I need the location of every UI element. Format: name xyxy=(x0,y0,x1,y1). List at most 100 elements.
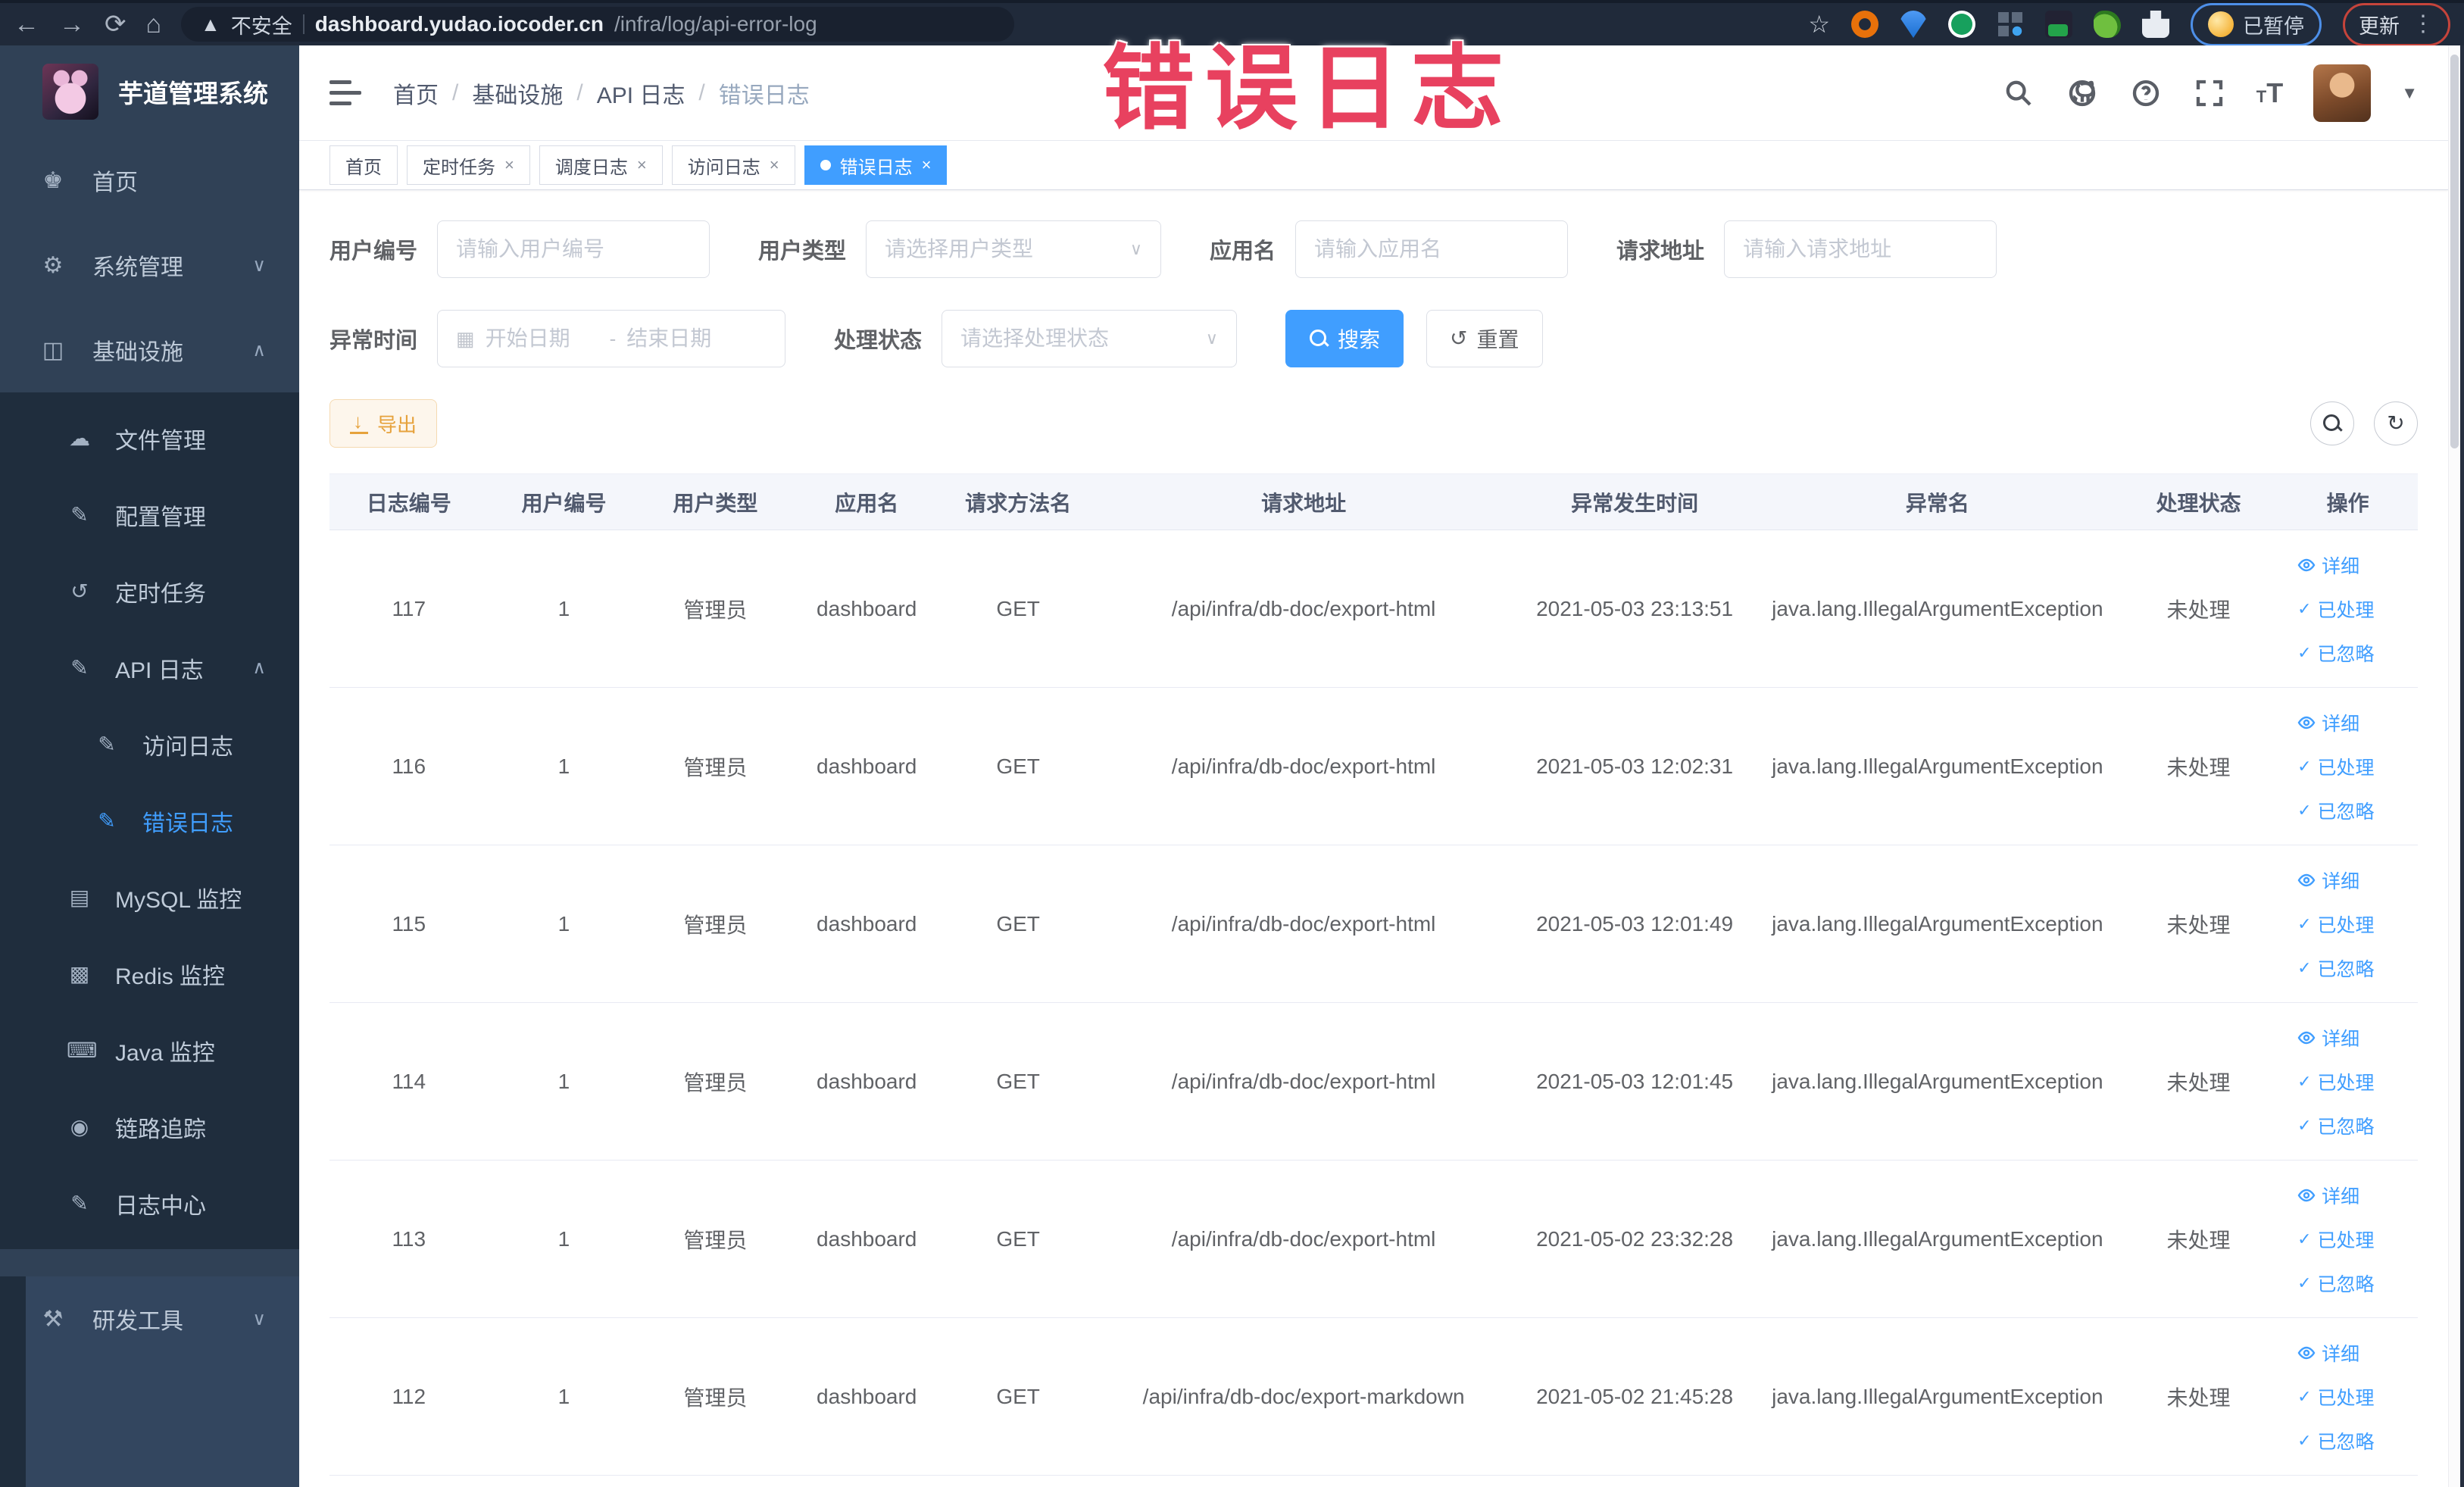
paused-extension-badge[interactable]: 已暂停 xyxy=(2191,2,2322,46)
github-icon[interactable] xyxy=(2066,77,2099,110)
app-logo[interactable]: 芋道管理系统 xyxy=(0,45,299,138)
tab-error-log[interactable]: 错误日志 × xyxy=(804,145,948,185)
app-name-input[interactable] xyxy=(1295,220,1569,278)
cloud-icon: ☁ xyxy=(69,426,90,450)
browser-menu-icon[interactable]: ⋮ xyxy=(2412,13,2434,35)
fullscreen-icon[interactable] xyxy=(2193,77,2226,110)
extensions-puzzle-icon[interactable] xyxy=(2142,11,2169,38)
sidebar-item-mysql-monitor[interactable]: ▤ MySQL 监控 xyxy=(0,859,299,936)
address-bar[interactable]: ▲ 不安全 dashboard.yudao.iocoder.cn/infra/l… xyxy=(181,7,1015,42)
help-icon[interactable] xyxy=(2129,77,2163,110)
extension-icon-blue-shield[interactable] xyxy=(1900,11,1927,38)
table-row: 116 1 管理员 dashboard GET /api/infra/db-do… xyxy=(329,688,2418,845)
detail-link[interactable]: 详细 xyxy=(2297,551,2359,579)
refresh-table-button[interactable]: ↻ xyxy=(2374,401,2418,445)
sidebar-item-error-log[interactable]: ✎ 错误日志 xyxy=(0,783,299,859)
url-host[interactable]: dashboard.yudao.iocoder.cn xyxy=(315,12,604,36)
exception-time-range-picker[interactable]: ▦ - xyxy=(437,310,786,367)
close-icon[interactable]: × xyxy=(770,155,779,175)
detail-link[interactable]: 详细 xyxy=(2297,709,2359,736)
sidebar-item-access-log[interactable]: ✎ 访问日志 xyxy=(0,706,299,783)
search-icon[interactable] xyxy=(2002,77,2035,110)
mark-processed-link[interactable]: ✓ 已处理 xyxy=(2297,1068,2374,1095)
reset-button[interactable]: ↺ 重置 xyxy=(1426,310,1543,367)
user-avatar[interactable] xyxy=(2313,64,2372,122)
sidebar-item-config-manage[interactable]: ✎ 配置管理 xyxy=(0,476,299,553)
sidebar-item-api-log[interactable]: ✎ API 日志 ∧ xyxy=(0,629,299,706)
mark-ignored-link[interactable]: ✓ 已忽略 xyxy=(2297,1427,2374,1454)
tab-scheduled-jobs[interactable]: 定时任务 × xyxy=(407,145,530,185)
detail-link[interactable]: 详细 xyxy=(2297,1182,2359,1209)
log-icon: ✎ xyxy=(98,733,116,756)
close-icon[interactable]: × xyxy=(504,155,514,175)
mark-processed-link[interactable]: ✓ 已处理 xyxy=(2297,753,2374,780)
mark-ignored-link[interactable]: ✓ 已忽略 xyxy=(2297,1270,2374,1297)
detail-link[interactable]: 详细 xyxy=(2297,867,2359,894)
mark-ignored-link[interactable]: ✓ 已忽略 xyxy=(2297,954,2374,982)
font-size-icon[interactable]: TT xyxy=(2256,77,2283,109)
search-button[interactable]: 搜索 xyxy=(1285,310,1404,367)
user-id-input[interactable] xyxy=(437,220,710,278)
sidebar-item-java-monitor[interactable]: ⌨ Java 监控 xyxy=(0,1012,299,1089)
mark-processed-link[interactable]: ✓ 已处理 xyxy=(2297,595,2374,623)
detail-link[interactable]: 详细 xyxy=(2297,1339,2359,1367)
forward-icon[interactable]: → xyxy=(59,11,85,37)
address-divider xyxy=(302,14,304,34)
sidebar-item-home[interactable]: ♚ 首页 xyxy=(0,138,299,223)
extension-icon-on-badge[interactable] xyxy=(2045,11,2072,38)
sidebar-item-redis-monitor[interactable]: ▩ Redis 监控 xyxy=(0,936,299,1012)
detail-link[interactable]: 详细 xyxy=(2297,1024,2359,1051)
eye-icon: ◉ xyxy=(70,1115,89,1139)
sidebar-item-system[interactable]: ⚙ 系统管理 ∨ xyxy=(0,223,299,308)
breadcrumb-infra[interactable]: 基础设施 xyxy=(472,77,563,110)
user-id-label: 用户编号 xyxy=(329,239,418,264)
sidebar-item-trace[interactable]: ◉ 链路追踪 xyxy=(0,1089,299,1165)
edit-icon: ✎ xyxy=(70,503,89,526)
url-path[interactable]: /infra/log/api-error-log xyxy=(614,12,817,36)
sidebar-item-scheduled-jobs[interactable]: ↺ 定时任务 xyxy=(0,553,299,629)
mark-ignored-link[interactable]: ✓ 已忽略 xyxy=(2297,639,2374,667)
bookmark-star-icon[interactable]: ☆ xyxy=(1808,10,1830,39)
mark-processed-link[interactable]: ✓ 已处理 xyxy=(2297,911,2374,938)
sidebar-item-log-center[interactable]: ✎ 日志中心 xyxy=(0,1165,299,1242)
toggle-search-button[interactable] xyxy=(2310,401,2354,445)
tab-access-log[interactable]: 访问日志 × xyxy=(671,145,795,185)
extension-icon-green-circle[interactable] xyxy=(1948,11,1975,38)
mark-ignored-link[interactable]: ✓ 已忽略 xyxy=(2297,797,2374,824)
mark-processed-link[interactable]: ✓ 已处理 xyxy=(2297,1226,2374,1253)
browser-update-button[interactable]: 更新 ⋮ xyxy=(2343,2,2450,46)
back-icon[interactable]: ← xyxy=(14,11,39,37)
page-scrollbar[interactable] xyxy=(2448,45,2460,1487)
request-url-input[interactable] xyxy=(1724,220,1997,278)
extension-icon-leaf[interactable] xyxy=(2094,11,2121,38)
close-icon[interactable]: × xyxy=(922,155,932,175)
process-status-select[interactable]: ∨ xyxy=(942,310,1238,367)
breadcrumb-api-log[interactable]: API 日志 xyxy=(597,77,685,110)
mark-processed-link[interactable]: ✓ 已处理 xyxy=(2297,1383,2374,1410)
mark-ignored-link[interactable]: ✓ 已忽略 xyxy=(2297,1112,2374,1139)
search-icon xyxy=(2322,414,2342,433)
check-icon: ✓ xyxy=(2297,642,2312,662)
not-secure-label[interactable]: 不安全 xyxy=(231,10,292,39)
extension-icon-grid[interactable] xyxy=(1997,11,2024,38)
user-type-label: 用户类型 xyxy=(758,239,847,264)
export-button[interactable]: 导出 xyxy=(329,399,438,448)
check-icon: ✓ xyxy=(2297,800,2312,820)
home-icon[interactable]: ⌂ xyxy=(146,11,162,37)
scrollbar-thumb[interactable] xyxy=(2450,55,2459,448)
download-icon xyxy=(350,410,368,434)
sidebar-item-dev-tools[interactable]: ⚒ 研发工具 ∨ xyxy=(0,1276,299,1361)
reload-icon[interactable]: ⟳ xyxy=(105,11,126,37)
tab-home[interactable]: 首页 xyxy=(329,145,398,185)
user-menu-caret-icon[interactable]: ▼ xyxy=(2401,83,2418,103)
sidebar-item-file-manage[interactable]: ☁ 文件管理 xyxy=(0,400,299,476)
close-icon[interactable]: × xyxy=(637,155,647,175)
sidebar-item-infra[interactable]: ◫ 基础设施 ∧ xyxy=(0,308,299,392)
collapse-sidebar-icon[interactable] xyxy=(329,80,361,106)
breadcrumb-home[interactable]: 首页 xyxy=(393,77,439,110)
refresh-icon: ↺ xyxy=(1450,326,1468,350)
user-type-select[interactable]: ∨ xyxy=(866,220,1162,278)
chevron-up-icon: ∧ xyxy=(252,339,266,361)
tab-dispatch-log[interactable]: 调度日志 × xyxy=(539,145,663,185)
extension-icon-orange-ring[interactable] xyxy=(1851,11,1878,38)
